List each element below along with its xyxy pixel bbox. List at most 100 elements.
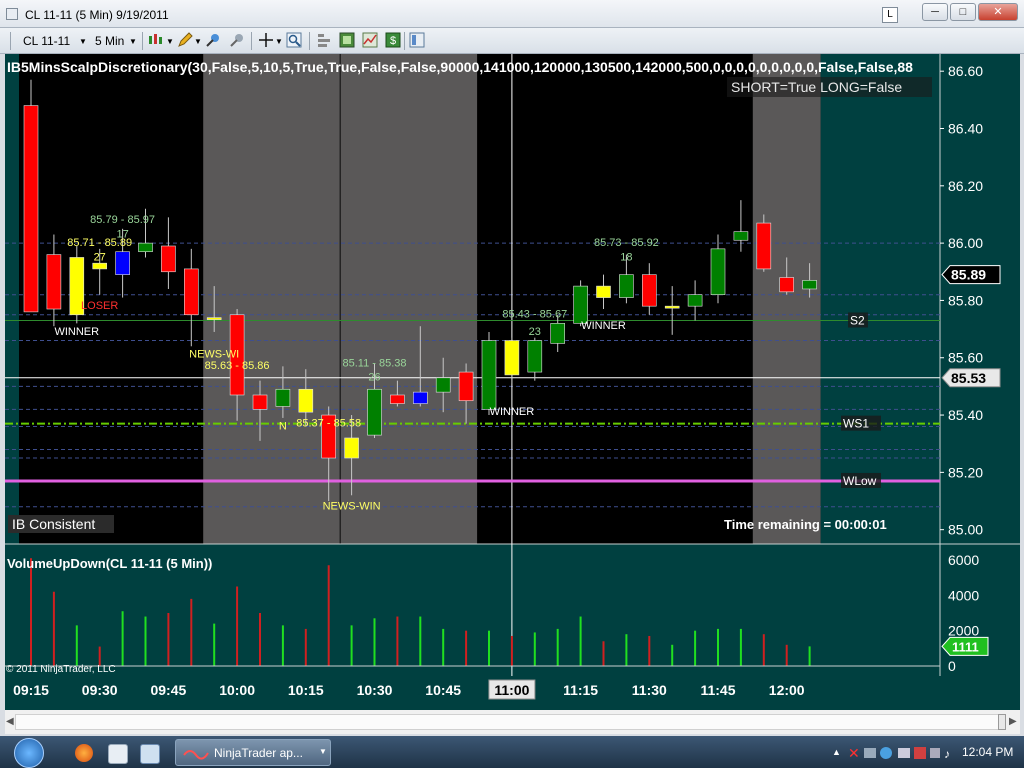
time-axis-label: 10:45: [425, 682, 461, 698]
candle-body: [756, 222, 772, 270]
bar-type-icon[interactable]: [148, 32, 164, 48]
window-titlebar: CL 11-11 (5 Min) 9/19/2011 L ─ □ ✕: [0, 0, 1024, 28]
toolbar-separator: [142, 32, 143, 50]
session-edge-band: [5, 54, 19, 544]
chevron-down-icon[interactable]: ▼: [275, 37, 283, 46]
candle-body: [298, 388, 314, 413]
taskbar-ninjatrader[interactable]: NinjaTrader ap... ▼: [175, 739, 331, 766]
trade-annotation: 85.11 - 85.38: [342, 357, 406, 369]
strategy-title: IB5MinsScalpDiscretionary(30,False,5,10,…: [7, 59, 913, 75]
os-taskbar: NinjaTrader ap... ▼ ▲ ✕ ♪ 12:04 PM: [0, 736, 1024, 768]
maximize-button[interactable]: □: [950, 3, 976, 21]
price-axis-label: 85.60: [948, 350, 983, 366]
time-axis-label: 10:00: [219, 682, 255, 698]
svg-text:$: $: [390, 35, 396, 47]
taskbar-task-label: NinjaTrader ap...: [214, 746, 303, 760]
chevron-down-icon[interactable]: ▼: [166, 37, 174, 46]
volume-axis-label: 6000: [948, 552, 979, 568]
layout-lock-button[interactable]: L: [882, 7, 898, 23]
chart-panel[interactable]: S2 WS1 WLow 85.79 - 85.97 85.71 - 85.89 17 27 L…: [5, 54, 1020, 710]
time-axis-label: 10:30: [357, 682, 393, 698]
firefox-icon[interactable]: [75, 744, 93, 762]
toolbar-grip: [10, 32, 11, 50]
candle-body: [206, 317, 222, 320]
chart-trader-icon[interactable]: [362, 32, 378, 48]
volume-panel-title: VolumeUpDown(CL 11-11 (5 Min)): [7, 556, 212, 571]
candle-body: [458, 371, 474, 402]
candle-body: [619, 274, 634, 298]
chevron-down-icon[interactable]: ▼: [129, 37, 137, 46]
time-axis-label: 09:15: [13, 682, 49, 698]
candle-body: [390, 394, 405, 404]
trade-annotation: NEWS-WI: [189, 349, 239, 361]
explorer-icon[interactable]: [108, 744, 128, 764]
ninjatrader-icon: [183, 750, 209, 760]
candle-body: [664, 305, 680, 309]
template-icon[interactable]: [409, 32, 425, 48]
instrument-selector[interactable]: CL 11-11: [23, 34, 70, 48]
pin-icon[interactable]: [229, 32, 245, 48]
trade-annotation: 85.43 - 85.67: [502, 309, 567, 321]
time-remaining-label: Time remaining = 00:00:01: [724, 517, 887, 532]
time-axis-label: 11:45: [700, 682, 735, 698]
tray-expand-icon[interactable]: ▲: [832, 747, 841, 757]
pencil-icon[interactable]: [177, 32, 193, 48]
marker-icon[interactable]: [205, 32, 221, 48]
interval-selector[interactable]: 5 Min: [95, 34, 124, 48]
candle-body: [184, 268, 199, 316]
minimize-button[interactable]: ─: [922, 3, 948, 21]
close-button[interactable]: ✕: [978, 3, 1018, 21]
properties-icon[interactable]: [316, 32, 332, 48]
candle-body: [161, 245, 176, 273]
price-axis-label: 85.40: [948, 407, 983, 423]
app-shortcut-icon[interactable]: [140, 744, 160, 764]
horizontal-scrollbar[interactable]: ◀ ▶: [5, 710, 1020, 734]
trade-annotation: 27: [94, 251, 106, 263]
chevron-down-icon[interactable]: ▼: [194, 37, 202, 46]
svg-text:✕: ✕: [848, 745, 860, 761]
data-box-icon[interactable]: [339, 32, 355, 48]
price-axis-label: 86.40: [948, 121, 983, 137]
scroll-track[interactable]: [15, 714, 1000, 730]
candle-body: [275, 388, 291, 407]
trade-annotation: 18: [620, 251, 632, 263]
crosshair-icon[interactable]: [258, 32, 274, 48]
candle-body: [115, 251, 130, 275]
candle-body: [779, 277, 795, 293]
tray-icons[interactable]: ✕ ♪: [848, 745, 954, 764]
trade-annotation: N: [279, 420, 287, 432]
volume-axis-label: 4000: [948, 587, 979, 603]
candle-body: [23, 105, 39, 313]
post-session-background: [820, 54, 940, 544]
candle-body: [412, 391, 428, 404]
zoom-icon[interactable]: [286, 32, 302, 48]
copyright-label: © 2011 NinjaTrader, LLC: [6, 664, 116, 675]
trade-annotation: NEWS-WIN: [323, 501, 381, 513]
candle-body: [596, 285, 611, 298]
app-icon: [6, 8, 18, 20]
system-clock: 12:04 PM: [962, 745, 1014, 759]
price-axis-label: 85.20: [948, 464, 983, 480]
toolbar-separator: [251, 32, 252, 50]
chevron-down-icon[interactable]: ▼: [79, 37, 87, 46]
trade-annotation: 17: [116, 228, 128, 240]
scroll-left-icon[interactable]: ◀: [6, 716, 14, 727]
price-axis-label: 85.80: [948, 292, 983, 308]
candle-body: [527, 340, 543, 373]
chart-canvas[interactable]: S2WS1WLow85.79 - 85.9785.71 - 85.891727L…: [5, 54, 1020, 710]
price-flag-label: 85.53: [951, 370, 986, 386]
time-axis-label: 09:45: [150, 682, 186, 698]
candle-body: [435, 377, 451, 393]
dollar-icon[interactable]: $: [385, 32, 401, 48]
scroll-thumb[interactable]: [998, 714, 1006, 730]
scroll-right-icon[interactable]: ▶: [1009, 716, 1017, 727]
trade-annotation: 85.63 - 85.86: [205, 360, 270, 372]
chevron-down-icon[interactable]: ▼: [319, 747, 327, 756]
trade-annotation: 26: [368, 372, 380, 384]
shaded-time-band: [203, 54, 340, 544]
volume-axis-label: 0: [948, 658, 956, 674]
start-button[interactable]: [14, 738, 44, 768]
time-axis-label: 12:00: [769, 682, 805, 698]
time-axis-label: 10:15: [288, 682, 324, 698]
trade-annotation: WINNER: [581, 320, 626, 332]
